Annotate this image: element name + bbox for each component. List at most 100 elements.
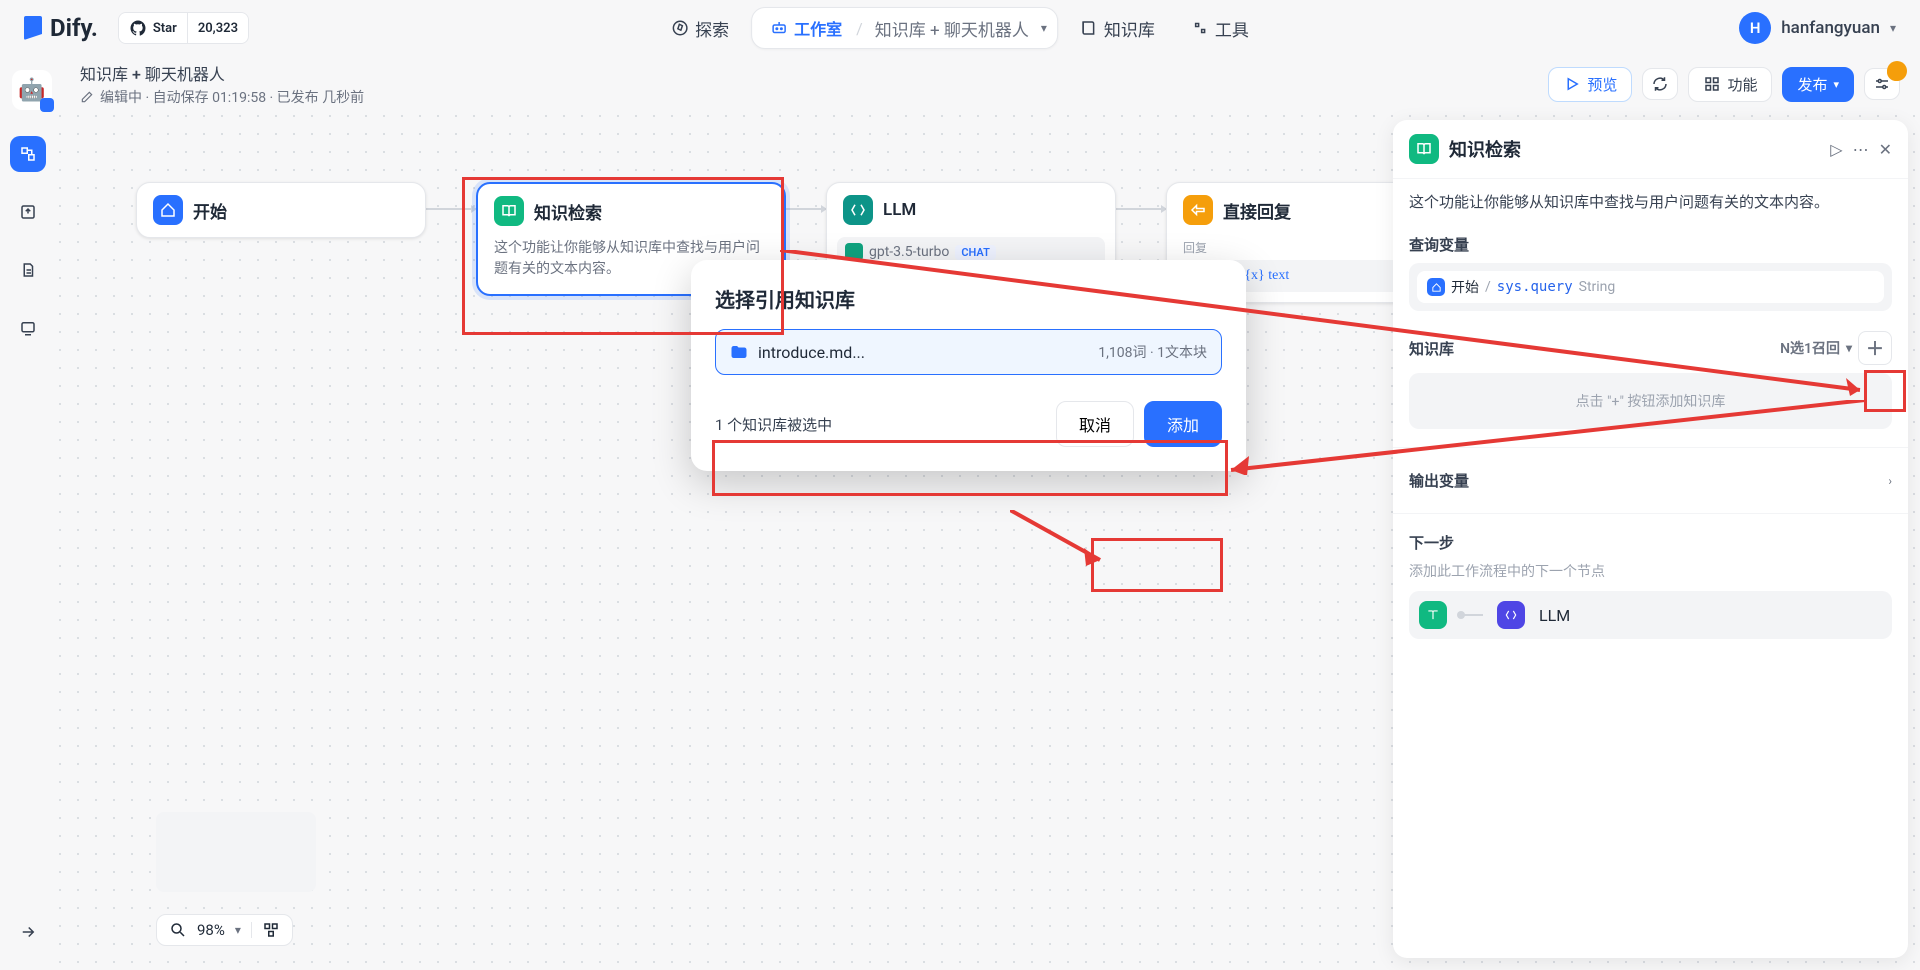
rail-collapse[interactable] (10, 914, 46, 950)
github-star-count: 20,323 (188, 13, 248, 43)
github-icon (129, 19, 147, 37)
selected-count: 1 个知识库被选中 (715, 414, 832, 435)
panel-title: 知识检索 (1449, 136, 1521, 162)
next-connector (1461, 614, 1483, 616)
panel-close-icon[interactable]: ✕ (1879, 140, 1892, 159)
home-icon (153, 195, 183, 225)
nav-studio-label: 工作室 (794, 16, 842, 40)
panel-next-desc: 添加此工作流程中的下一个节点 (1409, 561, 1892, 581)
edge-llm-reply (1116, 208, 1166, 210)
home-mini-icon (1427, 278, 1445, 296)
user-chevron-icon[interactable]: ▾ (1890, 21, 1896, 35)
preview-button[interactable]: 预览 (1548, 67, 1632, 102)
doc-icon (19, 261, 37, 279)
panel-header: 知识检索 ▷ ⋯ ✕ (1393, 120, 1908, 179)
avatar[interactable]: H (1739, 12, 1771, 44)
openai-icon (845, 243, 863, 261)
refresh-icon (1651, 75, 1669, 93)
nav-knowledge[interactable]: 知识库 (1066, 10, 1169, 47)
add-button[interactable]: 添加 (1144, 401, 1222, 447)
zoom-value: 98% (197, 921, 225, 939)
minimap[interactable] (156, 812, 316, 892)
search-icon (169, 921, 187, 939)
panel-more-icon[interactable]: ⋯ (1853, 140, 1869, 159)
reply-icon (1183, 195, 1213, 225)
logo-text: Dify. (50, 14, 98, 42)
node-reply-title: 直接回复 (1223, 198, 1291, 223)
add-kb-button[interactable]: ＋ (1858, 331, 1892, 365)
panel-book-icon (1409, 134, 1439, 164)
query-variable-box[interactable]: 开始 / sys.query String (1409, 263, 1892, 311)
sub-bar: 🤖 知识库 + 聊天机器人 编辑中 · 自动保存 01:19:58 · 已发布 … (0, 56, 1920, 112)
nav-studio-pill[interactable]: 工作室 / 知识库 + 聊天机器人 ▾ (751, 7, 1058, 49)
refresh-button[interactable] (1642, 68, 1678, 100)
page-title: 知识库 + 聊天机器人 (80, 61, 364, 85)
canvas[interactable]: 开始 知识检索 这个功能让你能够从知识库中查找与用户问题有关的文本内容。 LLM… (56, 112, 1920, 970)
kb-name: introduce.md... (758, 343, 865, 362)
brackets-icon (843, 195, 873, 225)
kb-mode[interactable]: N选1召回 (1780, 338, 1840, 358)
nav-knowledge-label: 知识库 (1104, 16, 1155, 41)
rail-workflow[interactable] (10, 136, 46, 172)
kb-mode-chevron-icon[interactable]: ▾ (1846, 341, 1852, 355)
edge-kr-llm (786, 208, 826, 210)
workflow-icon (19, 145, 37, 163)
next-llm-icon (1497, 601, 1525, 629)
modal-title: 选择引用知识库 (715, 284, 1222, 313)
layout-icon[interactable] (262, 921, 280, 939)
next-node-row[interactable]: LLM (1409, 591, 1892, 639)
github-star-left: Star (119, 13, 188, 43)
detail-panel: 知识检索 ▷ ⋯ ✕ 这个功能让你能够从知识库中查找与用户问题有关的文本内容。 … (1393, 120, 1908, 958)
model-tag: CHAT (955, 245, 996, 260)
node-reply-sublabel: 回复 (1167, 241, 1223, 255)
nav-tools[interactable]: 工具 (1177, 10, 1263, 47)
settings-button[interactable]: 1 (1864, 68, 1900, 100)
output-chevron-icon[interactable]: › (1888, 474, 1892, 488)
next-llm-label: LLM (1539, 606, 1570, 625)
kb-option-row[interactable]: introduce.md... 1,108词 · 1文本块 (715, 329, 1222, 375)
node-start[interactable]: 开始 (136, 182, 426, 238)
nav-explore-label: 探索 (695, 16, 729, 41)
kb-meta: 1,108词 · 1文本块 (1098, 342, 1207, 362)
rail-logs[interactable] (10, 252, 46, 288)
compass-icon (671, 19, 689, 37)
nav-explore[interactable]: 探索 (657, 10, 743, 47)
rail-export[interactable] (10, 194, 46, 230)
nav-tools-label: 工具 (1215, 16, 1249, 41)
book-icon (1080, 19, 1098, 37)
panel-section-output: 输出变量 › (1393, 456, 1908, 505)
select-kb-modal: 选择引用知识库 introduce.md... 1,108词 · 1文本块 1 … (691, 260, 1246, 471)
features-button[interactable]: 功能 (1688, 67, 1772, 102)
cancel-button[interactable]: 取消 (1056, 401, 1134, 447)
zoom-controls[interactable]: 98% ▾ (156, 914, 293, 946)
chevron-down-icon: ▾ (1041, 21, 1047, 35)
sliders-icon (1873, 75, 1891, 93)
tools-icon (1191, 19, 1209, 37)
github-star-button[interactable]: Star 20,323 (118, 12, 249, 44)
grid-icon (1703, 75, 1721, 93)
left-rail (0, 56, 56, 970)
kb-placeholder: 点击 "+" 按钮添加知识库 (1409, 373, 1892, 429)
book-open-icon (494, 196, 524, 226)
panel-desc: 这个功能让你能够从知识库中查找与用户问题有关的文本内容。 (1393, 179, 1908, 224)
sub-bar-actions: 预览 功能 发布 ▾ 1 (1548, 67, 1900, 102)
logo-mark-icon (24, 16, 42, 40)
rail-monitor[interactable] (10, 310, 46, 346)
logo[interactable]: Dify. (24, 14, 98, 42)
nav-right: H hanfangyuan ▾ (1739, 12, 1896, 44)
github-star-label: Star (153, 21, 177, 36)
publish-button[interactable]: 发布 ▾ (1782, 67, 1854, 102)
node-start-title: 开始 (193, 198, 227, 223)
next-book-icon (1419, 601, 1447, 629)
page-status: 编辑中 · 自动保存 01:19:58 · 已发布 几秒前 (80, 87, 364, 107)
panel-section-query: 查询变量 开始 / sys.query String (1393, 224, 1908, 321)
panel-section-kb: 知识库 N选1召回 ▾ ＋ 点击 "+" 按钮添加知识库 (1393, 321, 1908, 439)
username[interactable]: hanfangyuan (1781, 18, 1880, 38)
folder-icon (730, 343, 748, 361)
nav-studio-main: 工作室 (762, 12, 850, 44)
nav-center: 探索 工作室 / 知识库 + 聊天机器人 ▾ 知识库 工具 (657, 7, 1263, 49)
panel-run-icon[interactable]: ▷ (1830, 140, 1842, 159)
zoom-chevron-icon[interactable]: ▾ (235, 923, 241, 937)
panel-next-label: 下一步 (1409, 532, 1892, 553)
node-kr-title: 知识检索 (534, 199, 602, 224)
